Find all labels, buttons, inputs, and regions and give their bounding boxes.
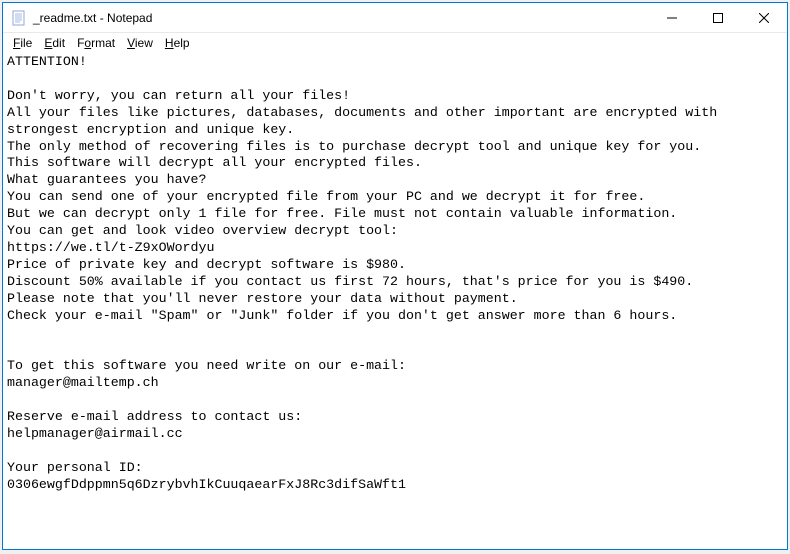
close-button[interactable] <box>741 3 787 32</box>
window-controls <box>649 3 787 32</box>
minimize-button[interactable] <box>649 3 695 32</box>
menubar: File Edit Format View Help <box>3 33 787 53</box>
notepad-icon <box>11 10 27 26</box>
maximize-button[interactable] <box>695 3 741 32</box>
menu-format[interactable]: Format <box>71 34 121 52</box>
menu-file[interactable]: File <box>7 34 38 52</box>
titlebar: _readme.txt - Notepad <box>3 3 787 33</box>
notepad-window: _readme.txt - Notepad File Edit Format V… <box>2 2 788 550</box>
menu-help[interactable]: Help <box>159 34 196 52</box>
window-title: _readme.txt - Notepad <box>33 11 649 25</box>
menu-edit[interactable]: Edit <box>38 34 71 52</box>
text-content[interactable]: ATTENTION! Don't worry, you can return a… <box>3 53 787 549</box>
menu-view[interactable]: View <box>121 34 159 52</box>
